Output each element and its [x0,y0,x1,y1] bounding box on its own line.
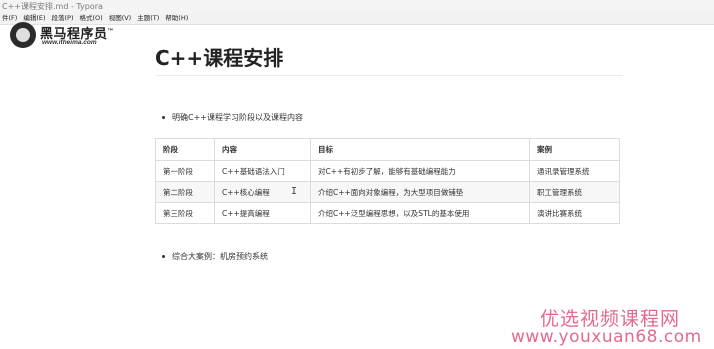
table-cell[interactable]: C++提高编程 [214,202,311,224]
menu-help[interactable]: 帮助(H) [163,13,192,24]
header-content[interactable]: 内容 [214,138,311,161]
table-cell[interactable]: 通讯录管理系统 [529,160,620,182]
document-title[interactable]: C++课程安排 [155,42,283,71]
table-cell[interactable]: 对C++有初步了解，能够有基础编程能力 [310,160,530,182]
logo-mark-icon [10,22,36,48]
title-divider [155,75,623,76]
table-cell[interactable]: 第二阶段 [155,181,215,203]
table-row: 第二阶段 C++核心编程 介绍C++面向对象编程，为大型项目做铺垫 职工管理系统 [155,181,620,203]
table-cell[interactable]: 职工管理系统 [529,181,620,203]
text-cursor-icon: I [291,186,298,197]
table-row: 第三阶段 C++提高编程 介绍C++泛型编程思想，以及STL的基本使用 演讲比赛… [155,202,620,224]
window-title: C++课程安排.md - Typora [0,0,714,13]
menu-theme[interactable]: 主题(T) [135,13,163,24]
table-cell[interactable]: 第一阶段 [155,160,215,182]
table-cell[interactable]: 演讲比赛系统 [529,202,620,224]
table-header-row: 阶段 内容 目标 案例 [155,138,620,161]
table-cell[interactable]: 介绍C++面向对象编程，为大型项目做铺垫 [310,181,530,203]
course-table[interactable]: 阶段 内容 目标 案例 第一阶段 C++基础语法入门 对C++有初步了解，能够有… [155,138,620,224]
logo-tm: ™ [107,28,115,35]
brand-logo: 黑马程序员™ www.itheima.com [10,20,130,50]
table-row: 第一阶段 C++基础语法入门 对C++有初步了解，能够有基础编程能力 通讯录管理… [155,160,620,182]
header-stage[interactable]: 阶段 [155,138,215,161]
header-case[interactable]: 案例 [529,138,620,161]
final-bullet[interactable]: 综合大案例：机房预约系统 [162,251,268,262]
table-cell[interactable]: C++基础语法入门 [214,160,311,182]
intro-bullet[interactable]: 明确C++课程学习阶段以及课程内容 [162,112,303,123]
watermark-url: www.youxuan68.com [511,327,702,347]
table-cell[interactable]: 介绍C++泛型编程思想，以及STL的基本使用 [310,202,530,224]
table-cell[interactable]: 第三阶段 [155,202,215,224]
header-goal[interactable]: 目标 [310,138,530,161]
logo-url: www.itheima.com [42,39,97,46]
